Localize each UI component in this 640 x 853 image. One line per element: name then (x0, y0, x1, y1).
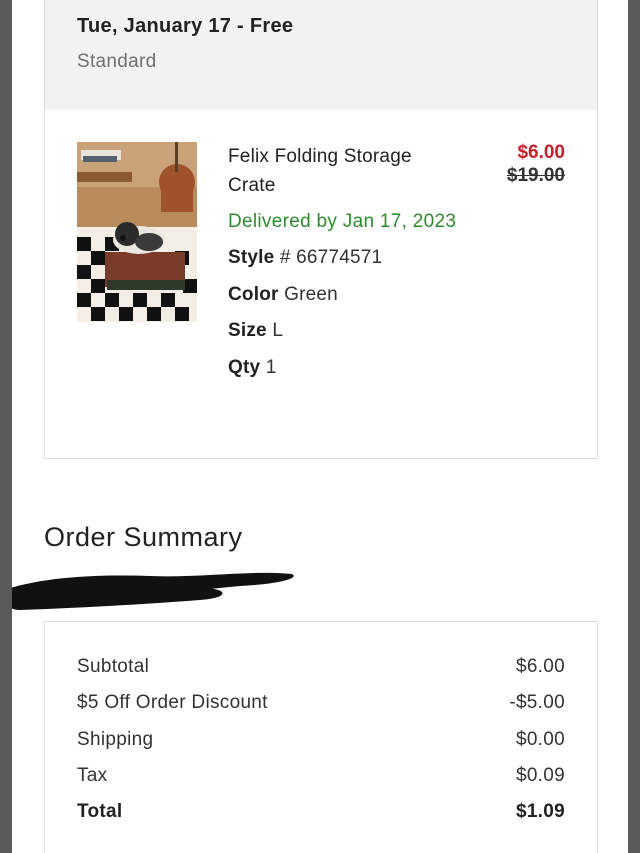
original-price: $19.00 (506, 165, 565, 186)
order-summary-panel: Subtotal $6.00 $5 Off Order Discount -$5… (44, 621, 598, 853)
delivery-status: Delivered by Jan 17, 2023 (228, 211, 457, 232)
sale-price: $6.00 (517, 142, 565, 163)
discount-label: $5 Off Order Discount (77, 692, 268, 713)
shipping-date: Tue, January 17 - Free (77, 15, 294, 37)
color-attribute: Color Green (228, 281, 458, 310)
total-label: Total (77, 801, 123, 822)
summary-row-discount: $5 Off Order Discount -$5.00 (77, 692, 565, 714)
summary-row-shipping: Shipping $0.00 (77, 729, 565, 751)
order-summary-title: Order Summary (44, 522, 243, 552)
qty-attribute: Qty 1 (228, 354, 458, 383)
size-attribute: Size L (228, 317, 458, 346)
product-image[interactable] (77, 142, 197, 322)
tax-value: $0.09 (515, 765, 565, 786)
redaction-mark (12, 572, 294, 610)
product-name[interactable]: Felix Folding Storage Crate (228, 142, 458, 200)
order-details-screen: Tue, January 17 - Free Standard Felix Fo… (12, 0, 628, 853)
tax-label: Tax (77, 765, 108, 786)
discount-value: -$5.00 (509, 692, 565, 713)
style-attribute: Style # 66774571 (228, 244, 458, 273)
order-item-card: Felix Folding Storage Crate Delivered by… (44, 110, 598, 459)
shipping-method: Standard (77, 51, 157, 72)
color-value: Green (284, 283, 338, 305)
shipping-method-panel: Tue, January 17 - Free Standard (44, 0, 598, 111)
summary-row-total: Total $1.09 (77, 801, 565, 823)
summary-row-tax: Tax $0.09 (77, 765, 565, 787)
shipping-value: $0.00 (515, 729, 565, 750)
subtotal-label: Subtotal (77, 656, 150, 677)
size-value: L (272, 320, 284, 341)
style-label: Style (228, 247, 275, 268)
shipping-label: Shipping (77, 729, 154, 750)
style-value: # 66774571 (279, 247, 383, 268)
size-label: Size (228, 320, 267, 341)
qty-value: 1 (265, 356, 277, 378)
summary-row-subtotal: Subtotal $6.00 (77, 656, 565, 678)
subtotal-value: $6.00 (515, 656, 565, 677)
item-details: Felix Folding Storage Crate Delivered by… (228, 142, 458, 382)
color-label: Color (228, 283, 279, 305)
qty-label: Qty (228, 356, 261, 378)
price-column: $6.00 $19.00 (507, 142, 565, 188)
total-value: $1.09 (515, 801, 565, 822)
